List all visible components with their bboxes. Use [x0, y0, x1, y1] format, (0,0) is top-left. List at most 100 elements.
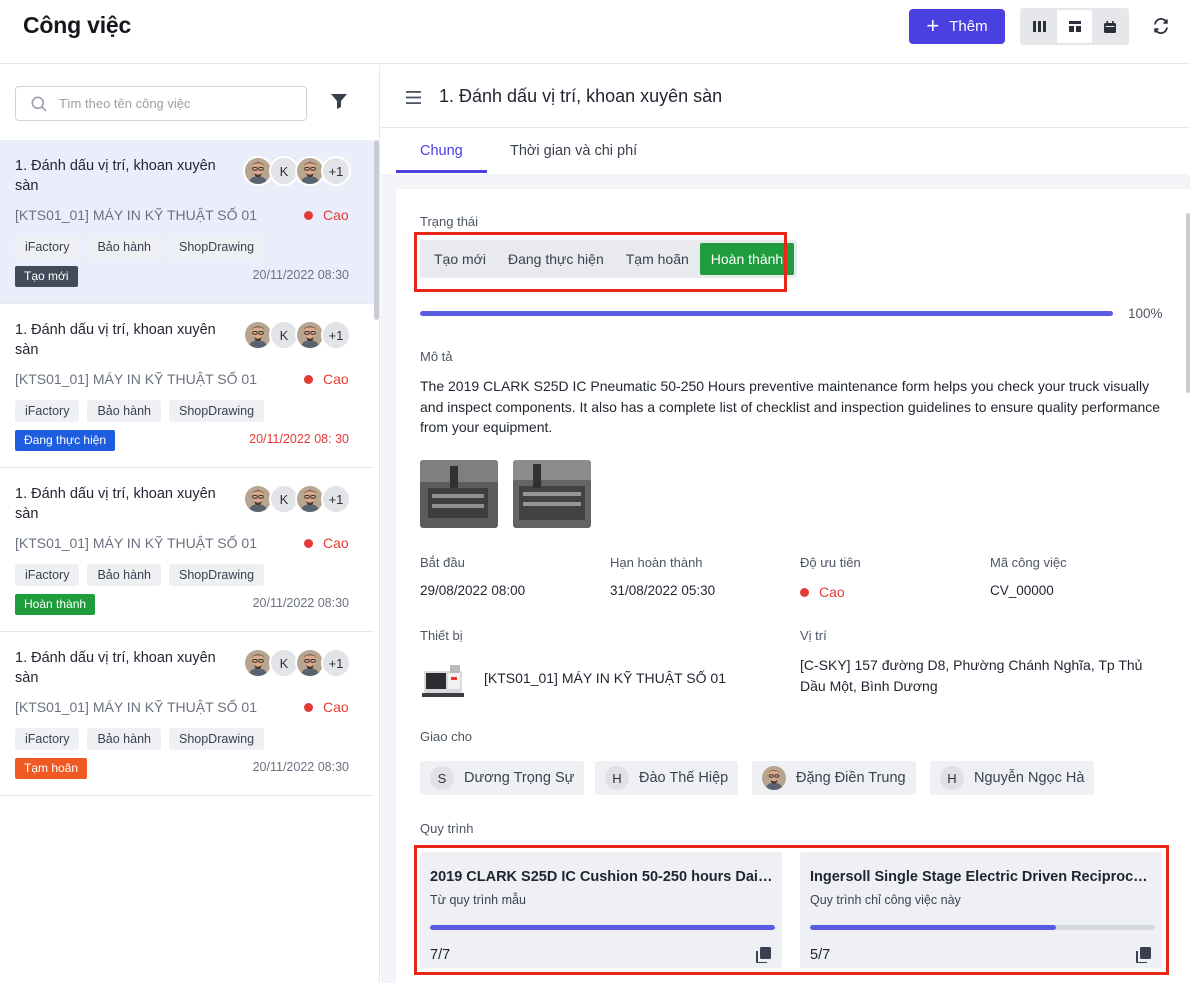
task-tag: iFactory: [15, 400, 80, 422]
view-switcher: [1020, 8, 1129, 45]
task-title: 1. Đánh dấu vị trí, khoan xuyên sàn: [15, 650, 216, 686]
task-tags: iFactory Bảo hành ShopDrawing: [15, 400, 265, 422]
view-calendar-button[interactable]: [1092, 10, 1127, 43]
priority-dot-icon: [304, 702, 313, 712]
page-title: Công việc: [23, 12, 132, 38]
assignee-avatars: K +1: [243, 648, 351, 678]
task-card[interactable]: 1. Đánh dấu vị trí, khoan xuyên sàn K +1 [K…: [0, 468, 374, 632]
assignee-chip[interactable]: S Dương Trọng Sự: [420, 761, 585, 795]
board-icon: [1033, 21, 1046, 32]
assignee-name: Đặng Điền Trung: [796, 770, 906, 786]
assignee-chip[interactable]: H Đào Thế Hiệp: [595, 761, 739, 795]
device-value[interactable]: [KTS01_01] MÁY IN KỸ THUẬT SỐ 01: [484, 670, 726, 686]
task-tag: Bảo hành: [87, 564, 161, 586]
status-badge: Tạo mới: [15, 266, 78, 287]
location-label: Vị trí: [800, 628, 827, 643]
scrollbar[interactable]: [374, 140, 379, 320]
avatar: +1: [321, 648, 351, 678]
task-card[interactable]: 1. Đánh dấu vị trí, khoan xuyên sàn K +1 [K…: [0, 632, 374, 796]
attachment-thumbnail[interactable]: [420, 460, 498, 528]
task-tag: Bảo hành: [87, 236, 161, 258]
assignee-avatars: K +1: [243, 156, 351, 186]
task-device: [KTS01_01] MÁY IN KỸ THUẬT SỐ 01: [15, 371, 257, 387]
priority-dot-icon: [800, 587, 809, 597]
task-priority-text: Cao: [323, 371, 349, 387]
assignees-label: Giao cho: [420, 729, 473, 744]
assignee-avatars: K +1: [243, 484, 351, 514]
task-card[interactable]: 1. Đánh dấu vị trí, khoan xuyên sàn K +1 [K…: [0, 304, 374, 468]
task-title: 1. Đánh dấu vị trí, khoan xuyên sàn: [15, 486, 216, 522]
view-list-button[interactable]: [1057, 10, 1092, 43]
task-priority: Cao: [304, 371, 349, 387]
active-tab-indicator: [396, 170, 487, 173]
menu-icon[interactable]: [406, 91, 421, 104]
task-tag: ShopDrawing: [168, 400, 265, 422]
list-icon: [1068, 21, 1081, 32]
status-badge: Hoàn thành: [15, 594, 96, 615]
plus-icon: +: [926, 12, 940, 38]
deadline-value: 31/08/2022 05:30: [610, 583, 716, 598]
task-list: 1. Đánh dấu vị trí, khoan xuyên sàn K +1 [K…: [0, 140, 374, 796]
detail-header: 1. Đánh dấu vị trí, khoan xuyên sàn: [381, 65, 1190, 128]
task-date: 20/11/2022 08: 30: [249, 432, 349, 446]
task-tag: iFactory: [15, 564, 80, 586]
tab-time-cost[interactable]: Thời gian và chi phí: [510, 143, 637, 159]
attachment-thumbnail[interactable]: [513, 460, 591, 528]
progress-bar: [420, 311, 1113, 316]
task-tag: Bảo hành: [87, 728, 161, 750]
task-priority-text: Cao: [323, 207, 349, 223]
task-priority: Cao: [304, 535, 349, 551]
assignee-chip[interactable]: H Nguyễn Ngọc Hà: [930, 761, 1095, 795]
priority-dot-icon: [304, 374, 313, 384]
task-tag: iFactory: [15, 728, 80, 750]
priority-dot-icon: [304, 210, 313, 220]
search-input[interactable]: [59, 96, 289, 111]
detail-tabs: Chung Thời gian và chi phí: [381, 128, 1190, 174]
priority-label: Độ ưu tiên: [800, 555, 861, 570]
status-badge: Đang thực hiện: [15, 430, 116, 451]
highlight-box-status: [414, 232, 787, 292]
task-priority: Cao: [304, 699, 349, 715]
task-tags: iFactory Bảo hành ShopDrawing: [15, 728, 265, 750]
search-icon: [31, 96, 47, 112]
task-card[interactable]: 1. Đánh dấu vị trí, khoan xuyên sàn K +1 [K…: [0, 140, 374, 304]
assignee-chip[interactable]: Đặng Điền Trung: [752, 761, 916, 795]
avatar: +1: [321, 156, 351, 186]
refresh-button[interactable]: [1150, 15, 1172, 37]
process-label: Quy trình: [420, 821, 474, 836]
add-button[interactable]: + Thêm: [909, 9, 1005, 44]
avatar: H: [605, 766, 629, 790]
calendar-icon: [1103, 20, 1116, 33]
deadline-label: Hạn hoàn thành: [610, 555, 703, 570]
top-bar: Công việc + Thêm: [0, 0, 1190, 64]
task-list-panel: 1. Đánh dấu vị trí, khoan xuyên sàn K+1 [K…: [0, 65, 380, 983]
avatar: +1: [321, 320, 351, 350]
avatar: H: [940, 766, 964, 790]
task-tags: iFactory Bảo hành ShopDrawing: [15, 236, 265, 258]
task-device: [KTS01_01] MÁY IN KỸ THUẬT SỐ 01: [15, 699, 257, 715]
search-box[interactable]: [15, 86, 307, 121]
detail-title: 1. Đánh dấu vị trí, khoan xuyên sàn: [439, 86, 723, 106]
device-image: [422, 665, 464, 697]
location-value: [C-SKY] 157 đường D8, Phường Chánh Nghĩa…: [800, 657, 1143, 694]
tab-general[interactable]: Chung: [420, 143, 463, 159]
scrollbar[interactable]: [1186, 213, 1190, 393]
code-value: CV_00000: [990, 583, 1054, 598]
filter-icon[interactable]: [330, 92, 348, 110]
assignee-name: Dương Trọng Sự: [464, 770, 575, 786]
task-priority-text: Cao: [323, 699, 349, 715]
device-label: Thiết bị: [420, 628, 463, 643]
task-date: 20/11/2022 08:30: [252, 596, 349, 610]
highlight-box-process: [414, 845, 1169, 975]
avatar: +1: [321, 484, 351, 514]
view-board-button[interactable]: [1022, 10, 1057, 43]
task-tag: Bảo hành: [87, 400, 161, 422]
assignee-name: Nguyễn Ngọc Hà: [974, 770, 1085, 786]
avatar: S: [430, 766, 454, 790]
start-value: 29/08/2022 08:00: [420, 583, 526, 598]
progress-percent: 100%: [1128, 306, 1163, 321]
priority-dot-icon: [304, 538, 313, 548]
task-date: 20/11/2022 08:30: [252, 268, 349, 282]
detail-card: Trạng thái Tạo mới Đang thực hiện Tạm hoãn…: [396, 189, 1190, 989]
task-device: [KTS01_01] MÁY IN KỸ THUẬT SỐ 01: [15, 207, 257, 223]
